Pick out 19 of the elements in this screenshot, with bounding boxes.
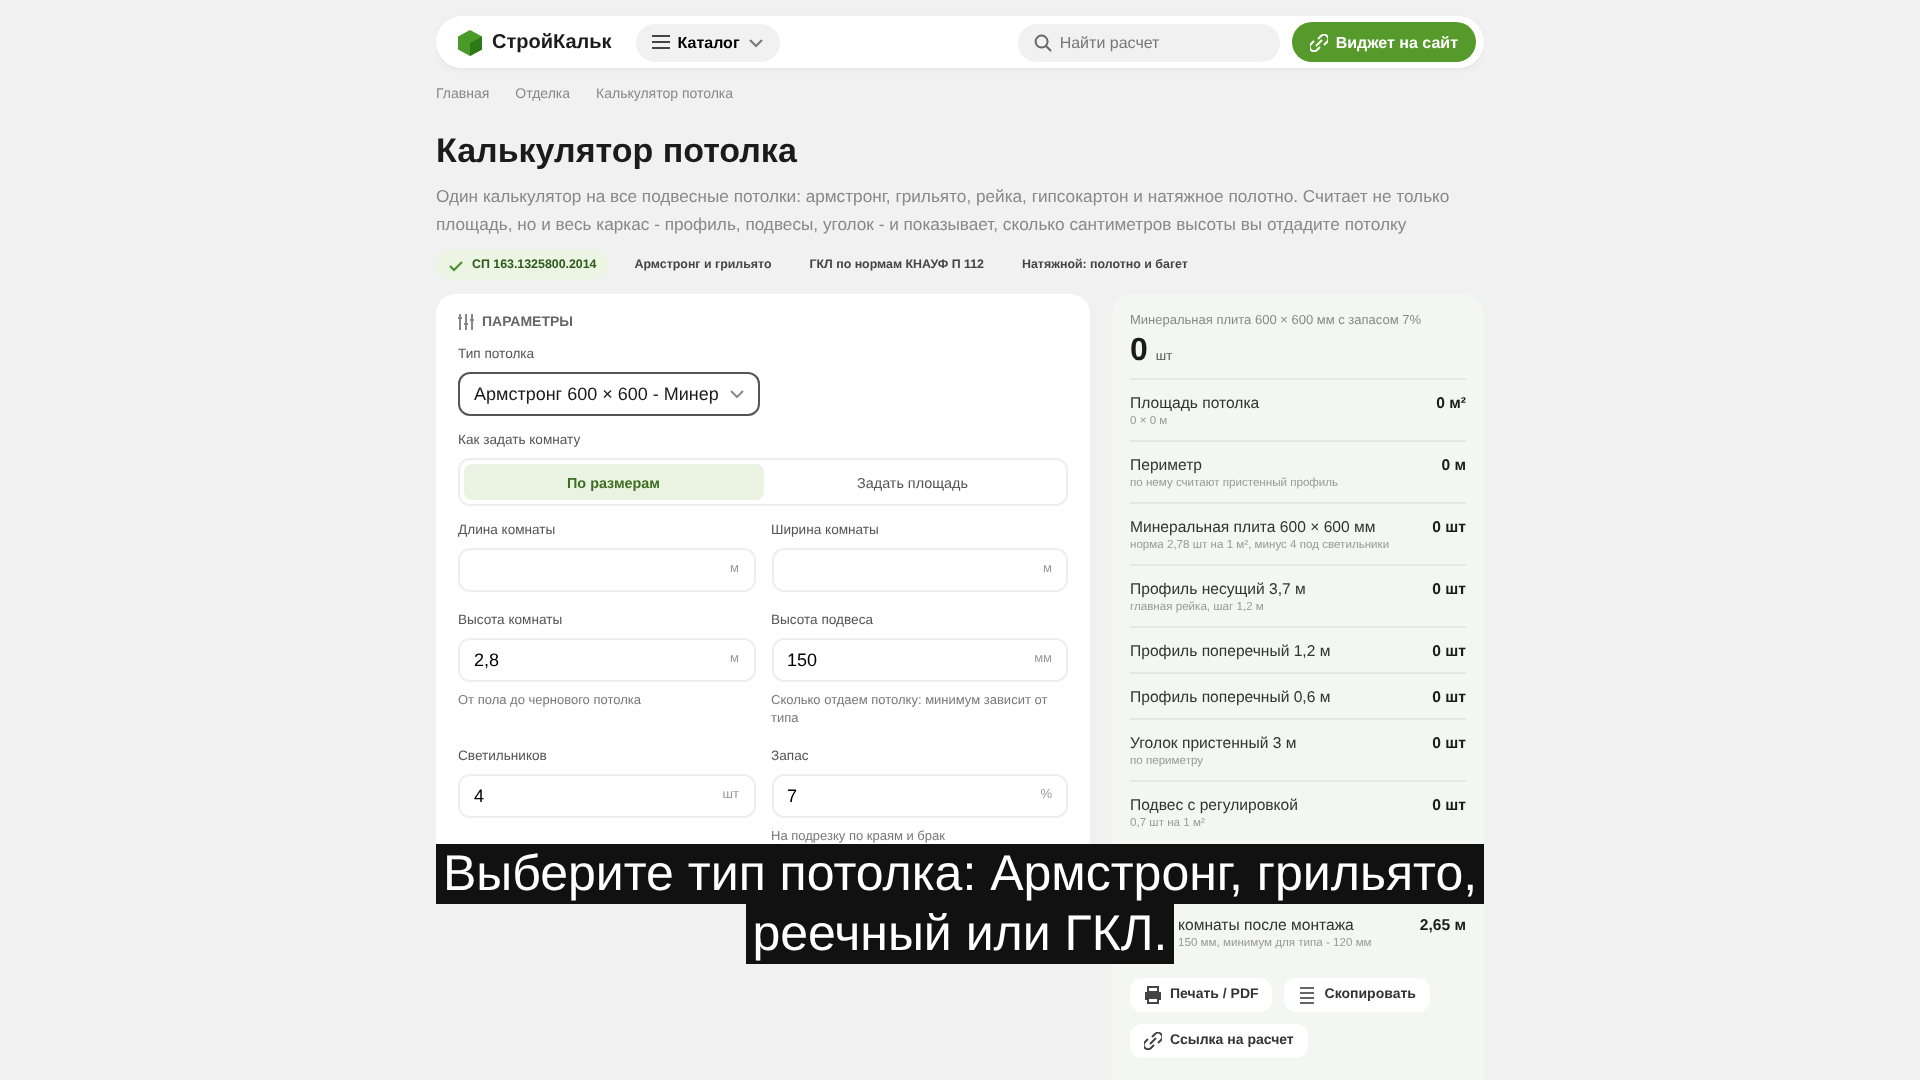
chevron-down-icon [747,37,764,47]
result-total: 0 [1130,334,1148,370]
link-icon [1144,1032,1162,1050]
subtitle-caption: Выберите тип потолка: Армстронг, грильято, [436,844,1484,904]
subtitle-caption: реечный или ГКЛ. [746,904,1174,964]
sliders-icon [458,314,474,330]
page-description: Один калькулятор на все подвесные потолки: армстронг, грильято, рейка, гипсокартон и натяжное полотно. Считает не только площадь, но и весь каркас - профиль, подвесы, уголок - и показывает, сколько сантиметров высоты вы отдадите потолку [436,184,1452,238]
chevron-down-icon [730,390,745,398]
page-title: Калькулятор потолка [436,132,799,172]
link-icon [1309,33,1328,51]
logo-text[interactable]: СтройКальк [492,31,612,53]
ceiling-type-dropdown[interactable]: Армстронг 600 × 600 - Минер [458,372,761,416]
check-icon [448,259,464,271]
cube-icon [458,29,482,55]
printer-icon [1144,986,1162,1004]
search-field[interactable]: Найти расчет [1017,23,1280,61]
list-icon [651,34,670,50]
catalog-button[interactable]: Каталог [635,23,780,61]
list-icon [1298,986,1317,1004]
